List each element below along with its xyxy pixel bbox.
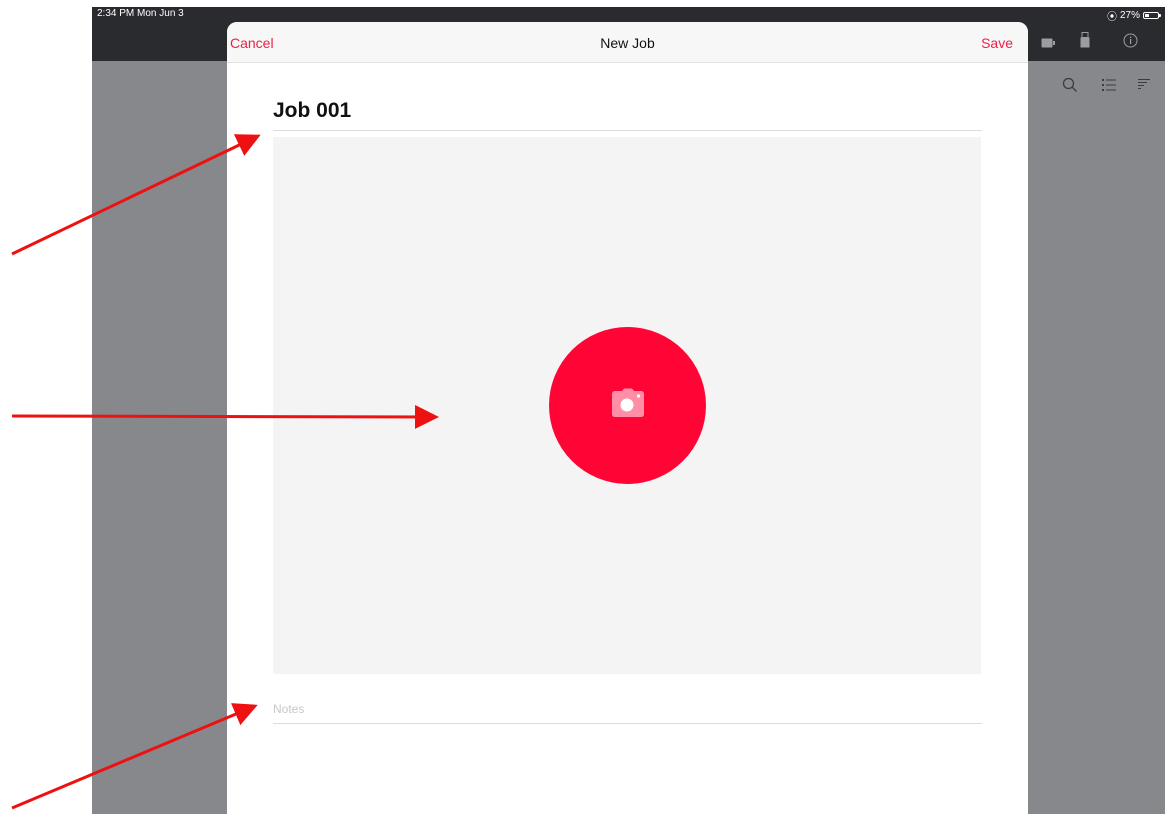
arrow-to-photo-area bbox=[11, 404, 439, 429]
annotation-arrows bbox=[11, 134, 439, 810]
arrow-to-notes bbox=[11, 703, 258, 810]
arrow-to-job-name bbox=[11, 134, 261, 256]
